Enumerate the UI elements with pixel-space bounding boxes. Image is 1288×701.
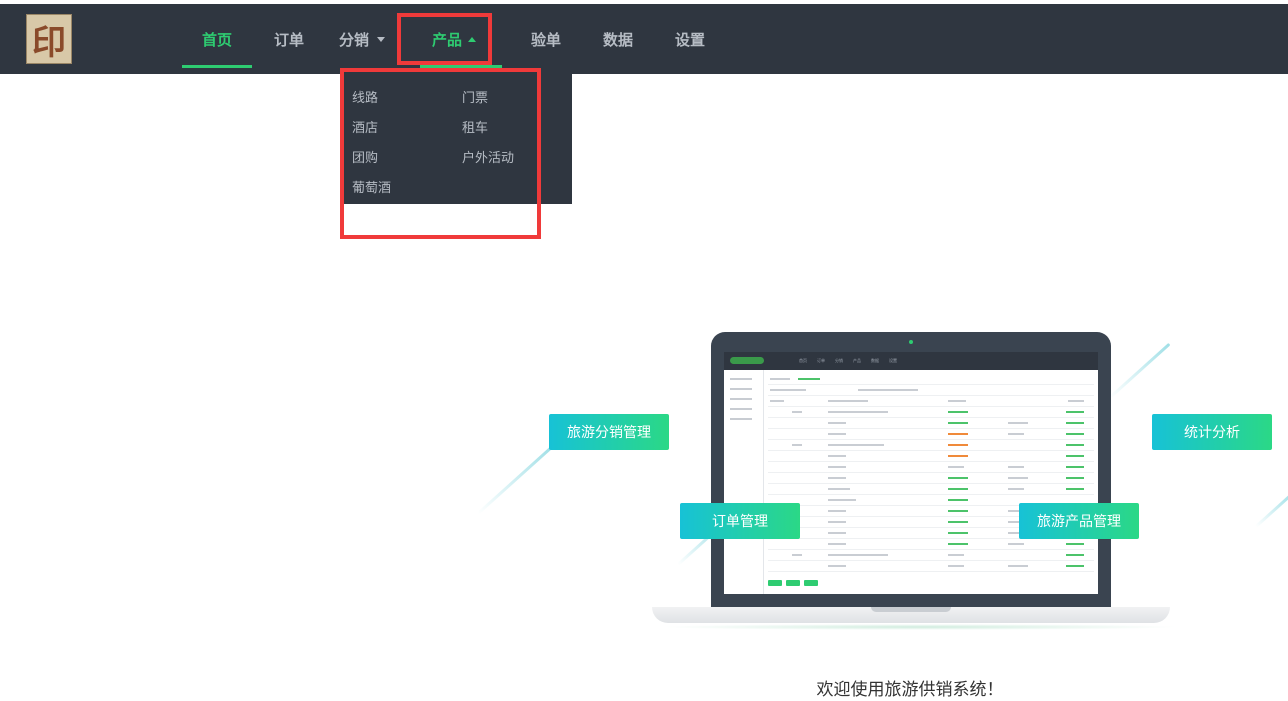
decorative-line <box>1254 491 1288 528</box>
laptop-screen-preview: 首页 订单 分销 产品 数据 设置 <box>724 352 1098 594</box>
preview-nav-item: 首页 <box>799 358 807 363</box>
camera-dot <box>909 340 913 344</box>
preview-nav-item: 产品 <box>853 358 861 363</box>
welcome-message: 欢迎使用旅游供销系统！ <box>816 680 1004 700</box>
preview-nav-item: 分销 <box>835 358 843 363</box>
preview-sidebar <box>724 370 764 594</box>
decorative-line <box>476 445 554 515</box>
preview-topbar: 首页 订单 分销 产品 数据 设置 <box>724 352 1098 370</box>
preview-nav: 首页 订单 分销 产品 数据 设置 <box>794 352 902 370</box>
page: 印 首页 订单 分销 产品 验单 数据 设置 线路 门票 酒店 租车 团购 户外… <box>0 0 1288 701</box>
preview-buttons <box>768 580 822 586</box>
feature-pill-distribution: 旅游分销管理 <box>549 414 669 450</box>
preview-table <box>768 374 1094 572</box>
laptop-illustration: 首页 订单 分销 产品 数据 设置 <box>711 332 1111 608</box>
feature-pill-stats: 统计分析 <box>1152 414 1272 450</box>
laptop-notch <box>871 607 951 612</box>
laptop-base <box>652 607 1170 623</box>
preview-logo <box>730 357 764 364</box>
feature-pill-product: 旅游产品管理 <box>1019 503 1139 539</box>
preview-nav-item: 数据 <box>871 358 879 363</box>
feature-pill-order: 订单管理 <box>680 503 800 539</box>
laptop-shadow <box>660 624 1180 630</box>
decorative-line <box>1108 342 1171 399</box>
preview-nav-item: 订单 <box>817 358 825 363</box>
preview-nav-item: 设置 <box>889 358 897 363</box>
hero-section: 首页 订单 分销 产品 数据 设置 旅游分销管理 订单管理 旅游产品管理 统计分… <box>0 0 1288 701</box>
